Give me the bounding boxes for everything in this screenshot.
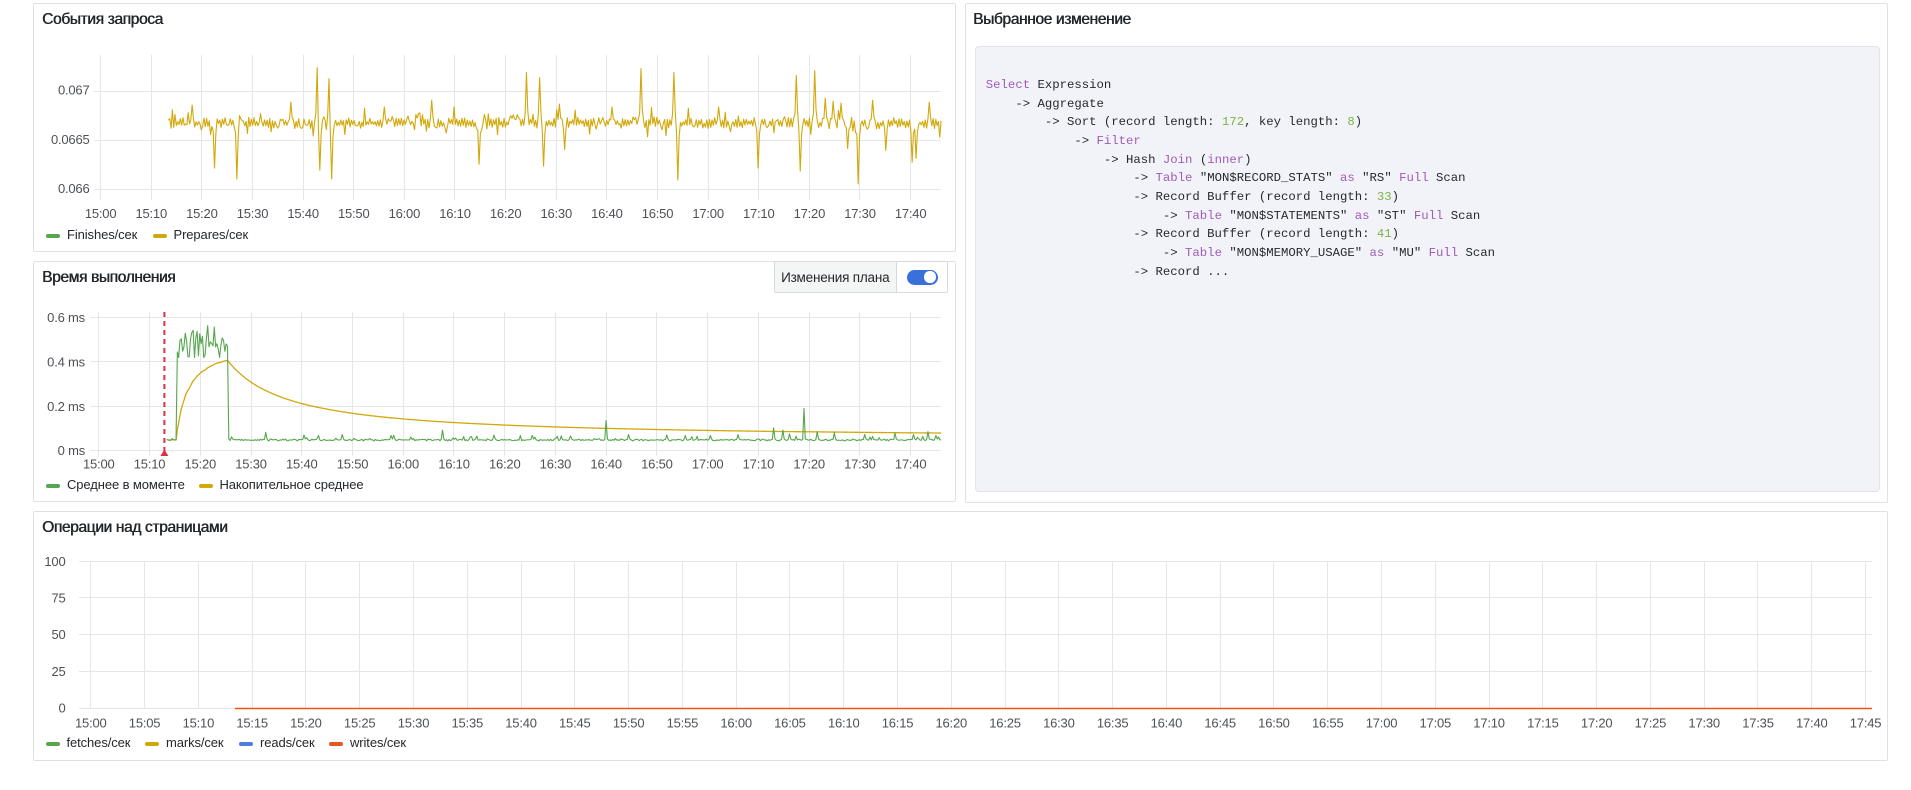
svg-text:17:00: 17:00: [692, 456, 724, 471]
svg-text:16:20: 16:20: [489, 456, 521, 471]
svg-text:50: 50: [51, 627, 65, 642]
svg-text:16:40: 16:40: [591, 206, 623, 221]
svg-text:16:00: 16:00: [720, 715, 752, 730]
svg-text:16:30: 16:30: [540, 206, 572, 221]
svg-text:16:00: 16:00: [389, 206, 421, 221]
svg-text:15:35: 15:35: [451, 715, 483, 730]
svg-text:15:50: 15:50: [338, 206, 370, 221]
svg-text:16:10: 16:10: [439, 206, 471, 221]
svg-text:17:10: 17:10: [743, 456, 775, 471]
svg-text:15:20: 15:20: [186, 206, 218, 221]
svg-text:17:10: 17:10: [743, 206, 775, 221]
svg-text:0.6 ms: 0.6 ms: [47, 310, 86, 325]
svg-text:15:25: 15:25: [344, 715, 376, 730]
svg-text:16:40: 16:40: [590, 456, 622, 471]
svg-text:17:20: 17:20: [1581, 715, 1613, 730]
svg-text:16:00: 16:00: [387, 456, 419, 471]
svg-text:15:30: 15:30: [398, 715, 430, 730]
svg-text:16:25: 16:25: [989, 715, 1021, 730]
svg-text:16:10: 16:10: [438, 456, 470, 471]
svg-text:17:15: 17:15: [1527, 715, 1559, 730]
svg-text:17:20: 17:20: [793, 456, 825, 471]
svg-text:17:10: 17:10: [1473, 715, 1505, 730]
svg-text:16:35: 16:35: [1097, 715, 1129, 730]
svg-text:17:25: 17:25: [1635, 715, 1667, 730]
svg-text:15:50: 15:50: [337, 456, 369, 471]
svg-text:15:20: 15:20: [185, 456, 217, 471]
svg-text:0.066: 0.066: [58, 181, 90, 196]
svg-text:15:20: 15:20: [290, 715, 322, 730]
svg-text:17:20: 17:20: [794, 206, 826, 221]
svg-text:16:45: 16:45: [1204, 715, 1236, 730]
svg-text:15:30: 15:30: [237, 206, 269, 221]
svg-text:0.4 ms: 0.4 ms: [47, 355, 86, 370]
svg-text:16:10: 16:10: [828, 715, 860, 730]
svg-text:15:50: 15:50: [613, 715, 645, 730]
svg-text:17:30: 17:30: [844, 206, 876, 221]
svg-text:16:50: 16:50: [641, 456, 673, 471]
svg-text:15:40: 15:40: [286, 456, 318, 471]
svg-text:16:55: 16:55: [1312, 715, 1344, 730]
svg-text:16:30: 16:30: [1043, 715, 1075, 730]
svg-text:15:05: 15:05: [129, 715, 161, 730]
svg-text:15:00: 15:00: [75, 715, 107, 730]
svg-text:16:40: 16:40: [1151, 715, 1183, 730]
svg-text:17:00: 17:00: [692, 206, 724, 221]
svg-text:15:00: 15:00: [83, 456, 115, 471]
svg-text:15:10: 15:10: [135, 206, 167, 221]
svg-text:15:45: 15:45: [559, 715, 591, 730]
svg-text:17:30: 17:30: [844, 456, 876, 471]
svg-text:0.0665: 0.0665: [51, 132, 90, 147]
svg-text:0.067: 0.067: [58, 83, 90, 98]
svg-text:15:10: 15:10: [134, 456, 166, 471]
svg-text:16:05: 16:05: [774, 715, 806, 730]
svg-text:25: 25: [51, 664, 65, 679]
svg-text:15:30: 15:30: [235, 456, 267, 471]
svg-text:75: 75: [51, 591, 65, 606]
svg-text:0.2 ms: 0.2 ms: [47, 399, 86, 414]
svg-text:16:20: 16:20: [490, 206, 522, 221]
svg-text:16:30: 16:30: [540, 456, 572, 471]
svg-text:0 ms: 0 ms: [58, 443, 86, 458]
svg-text:15:55: 15:55: [667, 715, 699, 730]
svg-text:16:50: 16:50: [642, 206, 674, 221]
svg-text:15:40: 15:40: [505, 715, 537, 730]
svg-text:15:15: 15:15: [236, 715, 268, 730]
svg-text:17:05: 17:05: [1420, 715, 1452, 730]
svg-text:17:40: 17:40: [1796, 715, 1828, 730]
svg-text:15:00: 15:00: [85, 206, 117, 221]
svg-text:16:50: 16:50: [1258, 715, 1290, 730]
svg-text:17:40: 17:40: [895, 456, 927, 471]
svg-text:15:10: 15:10: [183, 715, 215, 730]
svg-text:0: 0: [58, 701, 65, 716]
svg-text:17:30: 17:30: [1688, 715, 1720, 730]
svg-text:17:35: 17:35: [1742, 715, 1774, 730]
svg-text:15:40: 15:40: [287, 206, 319, 221]
svg-text:17:45: 17:45: [1850, 715, 1882, 730]
svg-text:17:00: 17:00: [1366, 715, 1398, 730]
svg-text:16:20: 16:20: [936, 715, 968, 730]
svg-text:16:15: 16:15: [882, 715, 914, 730]
svg-text:17:40: 17:40: [895, 206, 927, 221]
svg-text:100: 100: [44, 554, 65, 569]
